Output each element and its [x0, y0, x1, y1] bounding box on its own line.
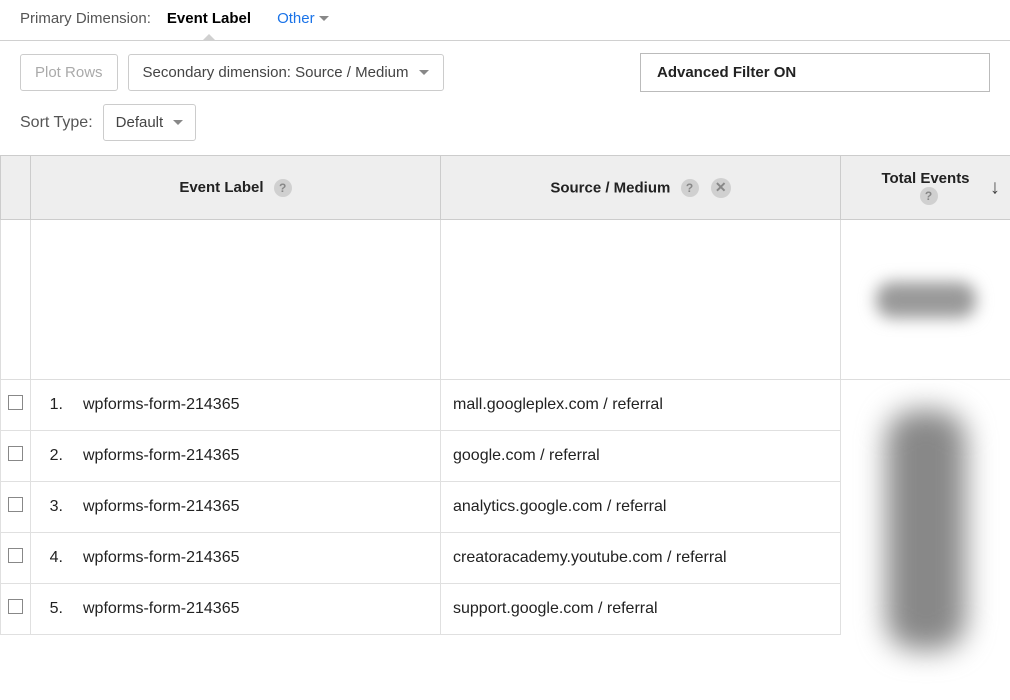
primary-dimension-bar: Primary Dimension: Event Label Other — [0, 0, 1010, 27]
event-label-header[interactable]: Event Label ? — [31, 156, 441, 220]
data-table: Event Label ? Source / Medium ? ✕ Total … — [0, 155, 1010, 635]
help-icon[interactable]: ? — [274, 179, 292, 197]
event-label-cell[interactable]: wpforms-form-214365 — [83, 549, 240, 567]
row-number: 5. — [43, 600, 83, 618]
redacted-value — [876, 282, 976, 318]
sort-type-select[interactable]: Default — [103, 104, 197, 141]
redacted-value — [886, 410, 966, 650]
primary-dimension-active[interactable]: Event Label — [167, 10, 251, 27]
source-medium-cell[interactable]: mall.googleplex.com / referral — [441, 380, 841, 431]
sort-type-label: Sort Type: — [20, 114, 93, 132]
caret-down-icon — [319, 16, 329, 21]
help-icon[interactable]: ? — [920, 187, 938, 205]
row-checkbox[interactable] — [8, 599, 23, 614]
row-checkbox[interactable] — [8, 395, 23, 410]
total-events-column — [841, 380, 1010, 635]
other-dimension-link[interactable]: Other — [277, 10, 329, 27]
checkbox-header — [1, 156, 31, 220]
source-medium-cell[interactable]: creatoracademy.youtube.com / referral — [441, 533, 841, 584]
sort-row: Sort Type: Default — [0, 104, 1010, 155]
row-number: 1. — [43, 396, 83, 414]
row-number: 4. — [43, 549, 83, 567]
row-checkbox[interactable] — [8, 548, 23, 563]
sort-arrow-down-icon[interactable]: ↓ — [990, 176, 1000, 199]
secondary-dimension-select[interactable]: Secondary dimension: Source / Medium — [128, 54, 444, 91]
event-label-cell[interactable]: wpforms-form-214365 — [83, 447, 240, 465]
summary-row — [1, 220, 1010, 380]
help-icon[interactable]: ? — [681, 179, 699, 197]
row-checkbox[interactable] — [8, 446, 23, 461]
caret-down-icon — [173, 120, 183, 125]
event-label-cell[interactable]: wpforms-form-214365 — [83, 498, 240, 516]
controls-row: Plot Rows Secondary dimension: Source / … — [0, 40, 1010, 104]
source-medium-cell[interactable]: google.com / referral — [441, 431, 841, 482]
row-number: 2. — [43, 447, 83, 465]
plot-rows-button[interactable]: Plot Rows — [20, 54, 118, 91]
source-medium-cell[interactable]: analytics.google.com / referral — [441, 482, 841, 533]
total-events-header[interactable]: Total Events ? ↓ — [841, 156, 1010, 220]
advanced-filter-box[interactable]: Advanced Filter ON — [640, 53, 990, 92]
row-checkbox[interactable] — [8, 497, 23, 512]
caret-down-icon — [419, 70, 429, 75]
row-number: 3. — [43, 498, 83, 516]
source-medium-cell[interactable]: support.google.com / referral — [441, 584, 841, 635]
primary-dimension-label: Primary Dimension: — [20, 10, 151, 27]
remove-dimension-icon[interactable]: ✕ — [711, 178, 731, 198]
event-label-cell[interactable]: wpforms-form-214365 — [83, 600, 240, 618]
source-medium-header[interactable]: Source / Medium ? ✕ — [441, 156, 841, 220]
event-label-cell[interactable]: wpforms-form-214365 — [83, 396, 240, 414]
table-row: 1.wpforms-form-214365 mall.googleplex.co… — [1, 380, 1010, 431]
